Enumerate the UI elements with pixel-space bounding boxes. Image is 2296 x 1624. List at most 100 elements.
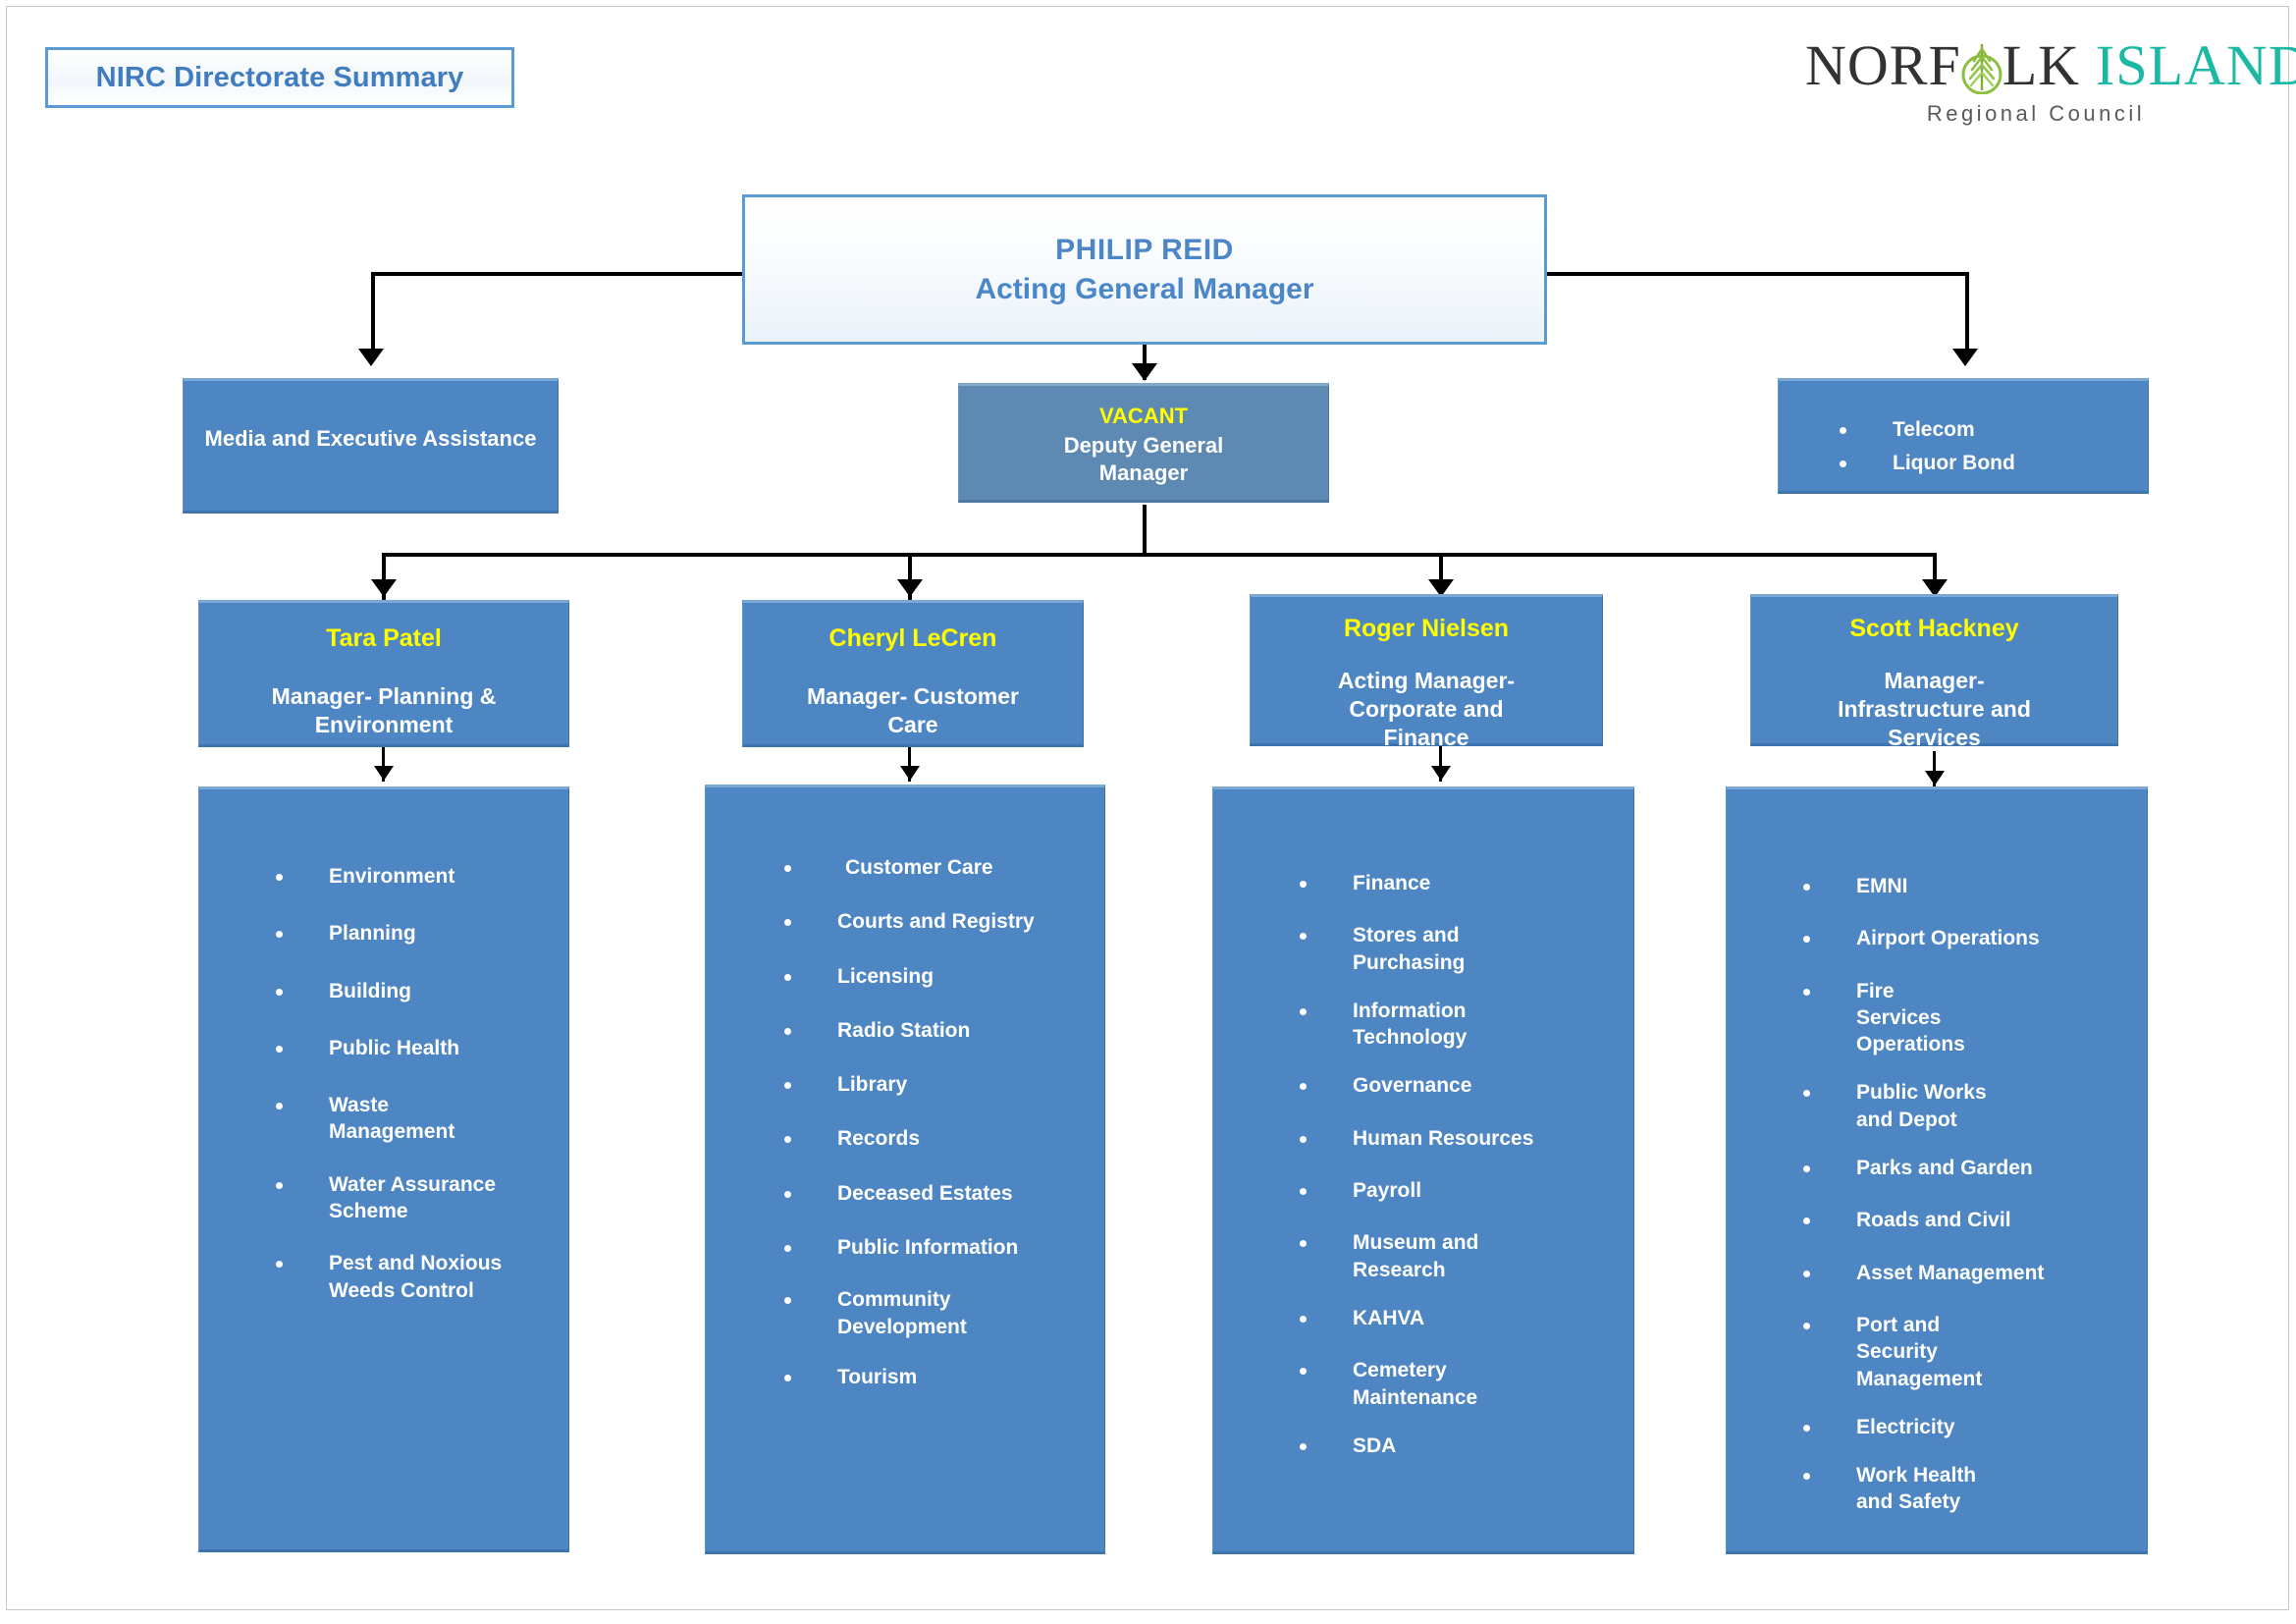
list-item: Information Technology <box>1300 998 1490 1052</box>
list-item: Asset Management <box>1803 1260 2147 1286</box>
media-label: Media and Executive Assistance <box>204 426 537 451</box>
list-item: Electricity <box>1803 1414 2147 1440</box>
logo-wordmark: NORF LK ISLAND <box>1805 37 2296 95</box>
right-support-list: Telecom Liquor Bond <box>1840 416 2148 477</box>
list-item: Customer Care <box>784 854 1104 881</box>
page-title-badge: NIRC Directorate Summary <box>45 47 514 108</box>
node-deputy-general-manager[interactable]: VACANT Deputy General Manager <box>958 383 1329 503</box>
list-box-infrastructure-services[interactable]: EMNI Airport Operations Fire Services Op… <box>1726 786 2148 1554</box>
director-2-title-line2: Care <box>887 711 938 737</box>
list-item: Work Health and Safety <box>1803 1462 2003 1516</box>
node-general-manager[interactable]: PHILIP REID Acting General Manager <box>742 194 1547 345</box>
list-item: Liquor Bond <box>1840 450 2148 476</box>
function-list-1: Environment Planning Building Public Hea… <box>276 863 568 1304</box>
director-2-title-line1: Manager- Customer <box>807 683 1019 709</box>
norfolk-pine-icon <box>1961 41 2002 95</box>
gm-name: PHILIP REID <box>1055 233 1234 266</box>
list-item: SDA <box>1300 1433 1633 1459</box>
list-box-customer-care[interactable]: Customer Care Courts and Registry Licens… <box>705 785 1105 1554</box>
deputy-title-line1: Deputy General <box>1063 433 1224 458</box>
node-director-infrastructure-services[interactable]: Scott Hackney Manager- Infrastructure an… <box>1750 594 2118 750</box>
page-title: NIRC Directorate Summary <box>95 61 464 93</box>
list-item: Community Development <box>784 1286 985 1340</box>
list-item: Port and Security Management <box>1803 1312 2008 1392</box>
org-chart-page: NIRC Directorate Summary NORF LK ISLAND Re… <box>0 0 2296 1624</box>
list-item: Building <box>276 978 568 1004</box>
director-3-title-line3: Finance <box>1383 724 1469 750</box>
list-item: Tourism <box>784 1364 1104 1390</box>
list-item: Public Works and Depot <box>1803 1079 2013 1133</box>
node-telecom-liquor-bond[interactable]: Telecom Liquor Bond <box>1778 378 2149 494</box>
list-item: Airport Operations <box>1803 925 2147 951</box>
list-item: Waste Management <box>276 1092 471 1146</box>
logo-word-island: ISLAND <box>2096 33 2296 97</box>
list-item: Parks and Garden <box>1803 1155 2147 1181</box>
list-item: Pest and Noxious Weeds Control <box>276 1250 506 1304</box>
list-item: Museum and Research <box>1300 1229 1490 1283</box>
list-item: Public Information <box>784 1234 1104 1261</box>
connector-top-to-left <box>371 272 742 276</box>
node-director-customer-care[interactable]: Cheryl LeCren Manager- Customer Care <box>742 600 1084 747</box>
node-director-corporate-finance[interactable]: Roger Nielsen Acting Manager- Corporate … <box>1250 594 1603 750</box>
list-item: Records <box>784 1125 1104 1152</box>
gm-title: Acting General Manager <box>975 272 1314 305</box>
logo-word-norf: NORF <box>1805 33 1961 97</box>
connector-right-drop <box>1965 272 1969 352</box>
list-item: Deceased Estates <box>784 1180 1104 1207</box>
logo-word-lk: LK <box>2002 33 2081 97</box>
connector-top-to-right <box>1547 272 1969 276</box>
list-item: Fire Services Operations <box>1803 978 1982 1058</box>
arrowhead-list-2 <box>900 766 920 781</box>
list-item: Roads and Civil <box>1803 1207 2147 1233</box>
list-item: Environment <box>276 863 568 890</box>
list-item: Radio Station <box>784 1017 1104 1044</box>
director-4-title-line2: Infrastructure and <box>1838 695 2031 722</box>
list-item: Finance <box>1300 870 1633 896</box>
norfolk-island-regional-council-logo: NORF LK ISLAND Regional Council <box>1805 37 2296 126</box>
function-list-2: Customer Care Courts and Registry Licens… <box>784 854 1104 1390</box>
director-3-title-line2: Corporate and <box>1349 695 1504 722</box>
list-item: Public Health <box>276 1035 568 1061</box>
node-director-planning-environment[interactable]: Tara Patel Manager- Planning & Environme… <box>198 600 569 747</box>
arrowhead-deputy <box>1132 363 1157 381</box>
list-item: Courts and Registry <box>784 908 1104 935</box>
director-1-title-line1: Manager- Planning & <box>271 683 497 709</box>
director-4-title-line3: Services <box>1888 724 1981 750</box>
connector-left-drop <box>371 272 375 352</box>
arrowhead-directorate-1 <box>371 579 397 597</box>
deputy-status: VACANT <box>1098 404 1189 428</box>
list-box-corporate-finance[interactable]: Finance Stores and Purchasing Informatio… <box>1212 786 1634 1554</box>
list-item: Governance <box>1300 1072 1633 1099</box>
director-3-title-line1: Acting Manager- <box>1337 668 1516 693</box>
list-item: Cemetery Maintenance <box>1300 1357 1480 1411</box>
list-box-planning-environment[interactable]: Environment Planning Building Public Hea… <box>198 786 569 1552</box>
list-item: Planning <box>276 920 568 947</box>
node-media-executive-assistance[interactable]: Media and Executive Assistance <box>183 378 559 514</box>
director-3-name: Roger Nielsen <box>1343 615 1510 642</box>
director-1-title-line2: Environment <box>314 711 454 737</box>
connector-distribution-bar <box>382 553 1935 557</box>
arrowhead-list-1 <box>374 766 394 781</box>
arrowhead-list-4 <box>1925 771 1945 785</box>
list-item: EMNI <box>1803 873 2147 899</box>
director-1-name: Tara Patel <box>326 624 442 652</box>
director-4-title-line1: Manager- <box>1884 668 1985 693</box>
list-item: Library <box>784 1071 1104 1098</box>
list-item: Licensing <box>784 963 1104 990</box>
logo-subtitle: Regional Council <box>1926 101 2146 126</box>
list-item: Human Resources <box>1300 1125 1633 1152</box>
arrowhead-media <box>358 349 384 366</box>
function-list-4: EMNI Airport Operations Fire Services Op… <box>1803 873 2147 1516</box>
deputy-title-line2: Manager <box>1098 460 1189 485</box>
list-item: Stores and Purchasing <box>1300 922 1480 976</box>
director-4-name: Scott Hackney <box>1849 615 2019 642</box>
arrowhead-directorate-2 <box>897 579 923 597</box>
arrowhead-list-3 <box>1431 766 1451 781</box>
list-item: KAHVA <box>1300 1305 1633 1331</box>
list-item: Telecom <box>1840 416 2148 443</box>
function-list-3: Finance Stores and Purchasing Informatio… <box>1300 870 1633 1459</box>
connector-deputy-stem <box>1143 505 1147 556</box>
director-2-name: Cheryl LeCren <box>828 624 997 652</box>
list-item: Payroll <box>1300 1177 1633 1204</box>
list-item: Water Assurance Scheme <box>276 1171 501 1225</box>
